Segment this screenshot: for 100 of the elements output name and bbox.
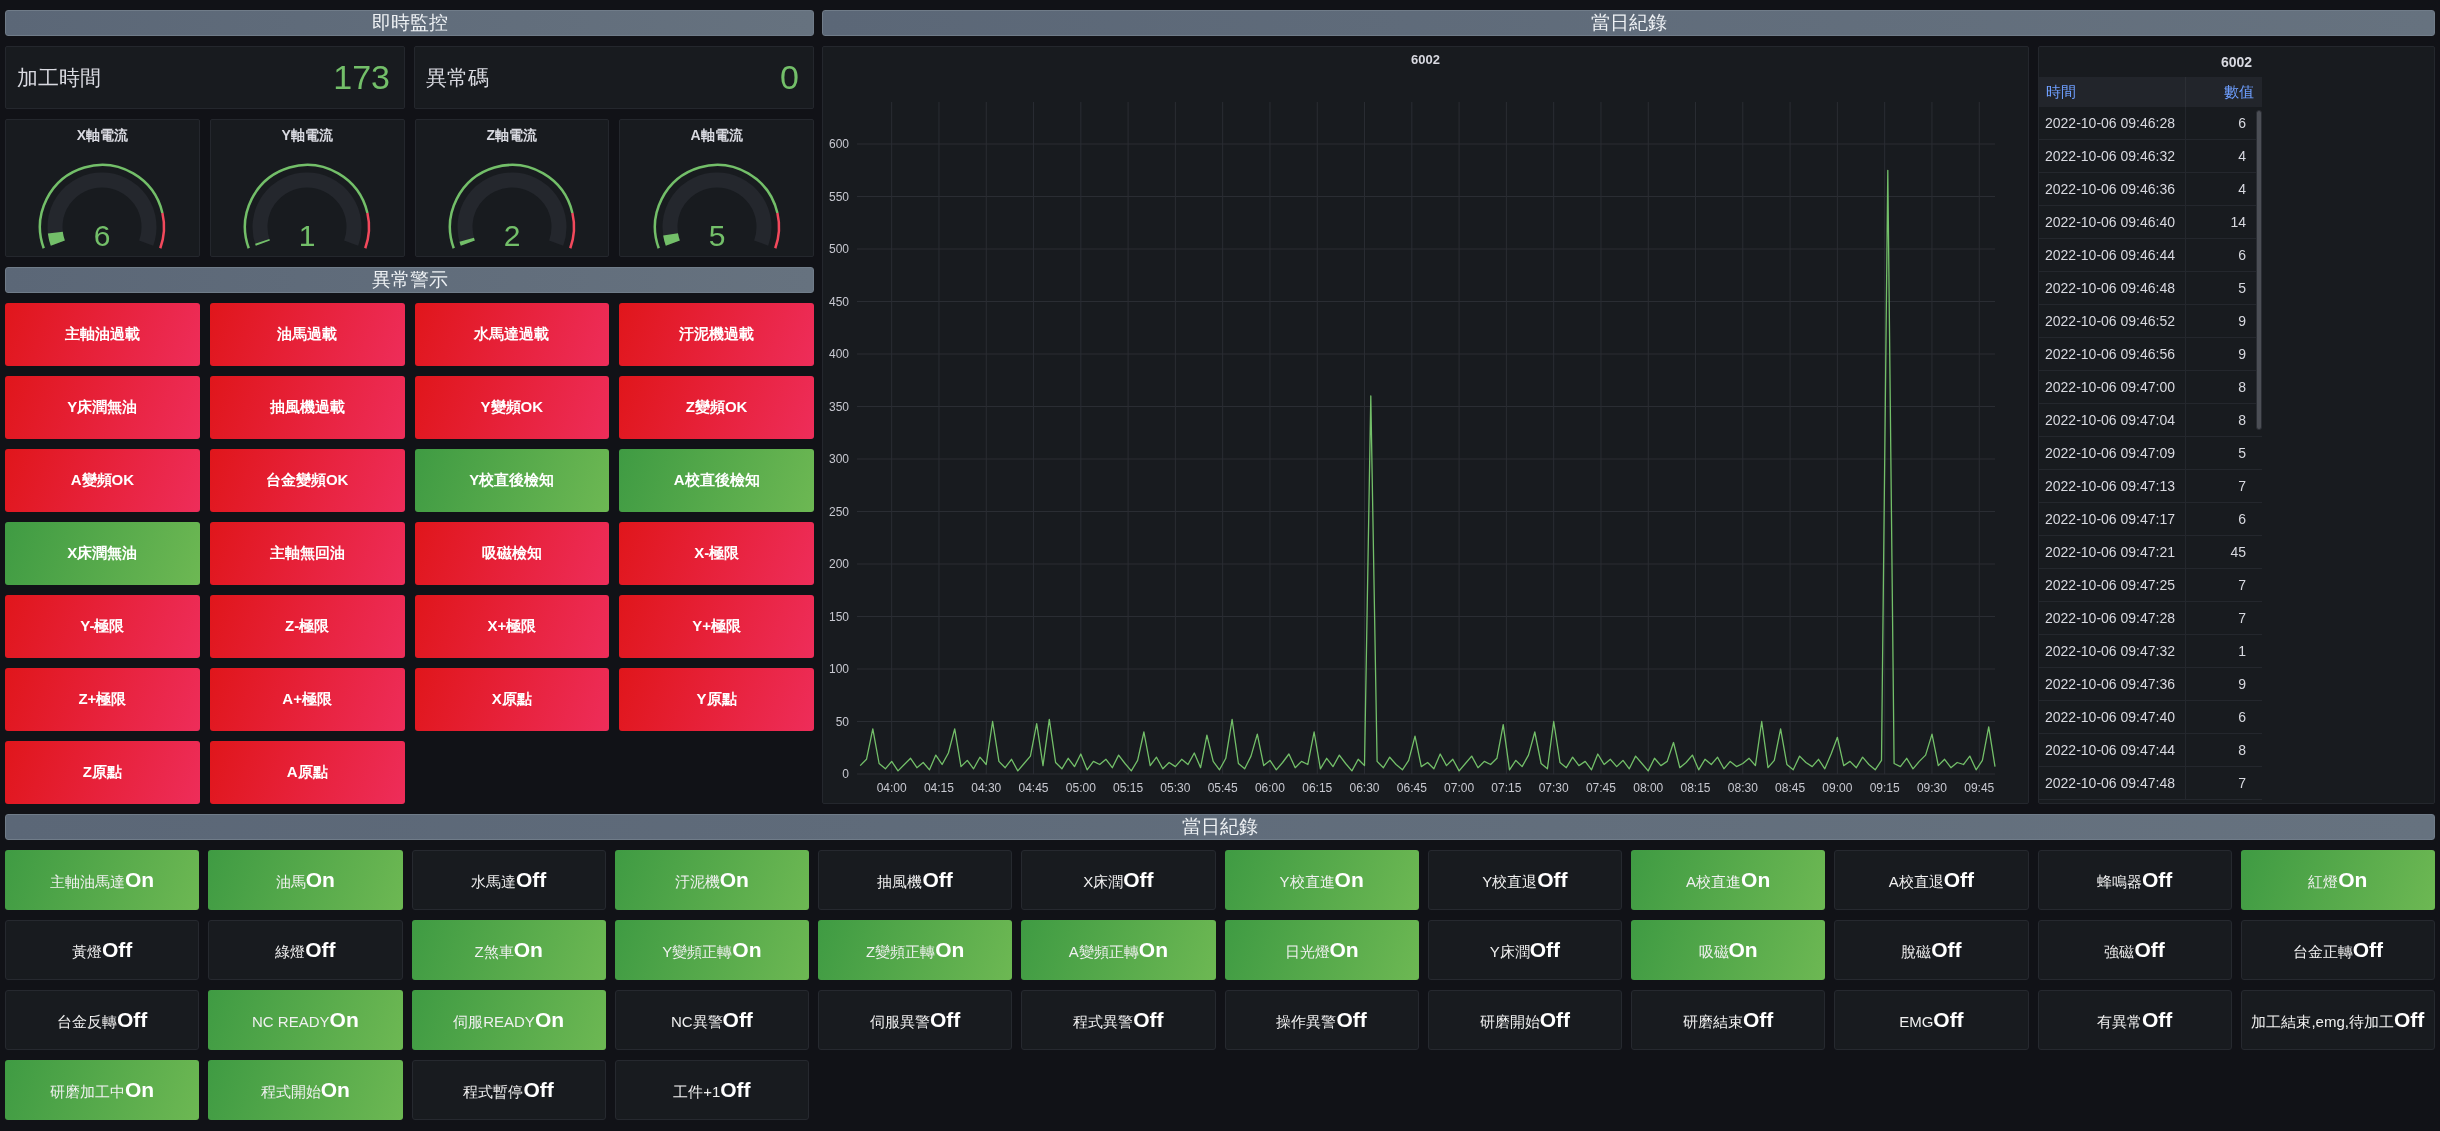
x-tick-label: 07:30 — [1538, 781, 1569, 795]
x-tick-label: 05:15 — [1113, 781, 1144, 795]
status-indicator: 紅燈On — [2240, 850, 2435, 910]
table-cell-text: 2022-10-06 09:46:32 — [2044, 147, 2176, 166]
x-tick-label: 06:30 — [1349, 781, 1380, 795]
status-indicator: Y床潤Off — [1427, 920, 1622, 980]
status-indicator: 綠燈Off — [208, 920, 403, 980]
table-cell: 7 — [2185, 569, 2262, 601]
table-cell: 6 — [2185, 701, 2262, 733]
alarm-indicator: Y+極限 — [619, 595, 814, 658]
stat-label: 異常碼 — [426, 64, 489, 91]
section-header: 異常警示 — [5, 267, 814, 293]
table-cell-text: 2022-10-06 09:47:09 — [2044, 444, 2176, 463]
x-tick-label: 06:00 — [1254, 781, 1285, 795]
table-cell-text: 2022-10-06 09:46:48 — [2044, 279, 2176, 298]
status-indicator: 研磨加工中On — [5, 1060, 200, 1120]
status-indicator: NC READYOn — [208, 990, 403, 1050]
stat-value: 0 — [780, 58, 799, 97]
alarm-indicator: Z變頻OK — [619, 376, 814, 439]
y-tick-label: 200 — [828, 557, 849, 571]
table-cell-text: 2022-10-06 09:47:21 — [2044, 543, 2176, 562]
alarm-indicator: 汙泥機過載 — [619, 303, 814, 366]
table-cell-text: 2022-10-06 09:46:52 — [2044, 312, 2176, 331]
table-cell-text: 2022-10-06 09:47:25 — [2044, 576, 2176, 595]
section-header: 當日紀錄 — [822, 10, 2435, 36]
status-indicator: 伺服異警Off — [818, 990, 1013, 1050]
alarm-indicator: 主軸無回油 — [209, 522, 405, 585]
alarm-indicator: Y校直後檢知 — [414, 449, 610, 512]
status-indicator: 程式開始On — [208, 1060, 403, 1120]
x-tick-label: 09:15 — [1869, 781, 1900, 795]
gauge-value: 6 — [94, 219, 111, 252]
x-tick-label: 05:30 — [1160, 781, 1191, 795]
section-header: 當日紀錄 — [5, 814, 2435, 840]
x-tick-label: 07:00 — [1444, 781, 1475, 795]
x-tick-label: 05:00 — [1065, 781, 1096, 795]
status-indicator: 蜂鳴器Off — [2037, 850, 2232, 910]
status-indicator: Y校直退Off — [1427, 850, 1622, 910]
table-title: 6002 — [2219, 54, 2254, 70]
status-indicator: 抽風機Off — [818, 850, 1013, 910]
alarm-indicator: Y原點 — [619, 668, 814, 731]
table-cell: 1 — [2185, 635, 2262, 667]
status-indicator: 黃燈Off — [5, 920, 200, 980]
y-tick-label: 300 — [828, 452, 849, 466]
y-tick-label: 100 — [828, 662, 849, 676]
alarm-indicator: A原點 — [209, 741, 405, 804]
y-tick-label: 50 — [835, 714, 849, 729]
status-indicator: 強磁Off — [2037, 920, 2232, 980]
status-indicator: 伺服READYOn — [411, 990, 606, 1050]
x-tick-label: 06:15 — [1302, 781, 1333, 795]
status-indicator: 工件+1Off — [614, 1060, 809, 1120]
x-tick-label: 09:30 — [1916, 781, 1947, 795]
alarm-indicator: 水馬達過載 — [414, 303, 610, 366]
x-tick-label: 09:45 — [1964, 781, 1995, 795]
gauge-title: X軸電流 — [76, 127, 129, 143]
gauge-value: 1 — [298, 219, 316, 252]
stat-value: 173 — [333, 58, 390, 97]
table-cell-text: 2022-10-06 09:47:36 — [2044, 675, 2176, 694]
x-tick-label: 06:45 — [1396, 781, 1427, 795]
alarm-indicator: 油馬過載 — [209, 303, 405, 366]
y-tick-label: 250 — [828, 504, 849, 519]
table-cell-text: 2022-10-06 09:47:32 — [2044, 642, 2176, 661]
x-tick-label: 08:15 — [1680, 781, 1711, 795]
status-indicator: Y變頻正轉On — [614, 920, 809, 980]
status-indicator: 汙泥機On — [614, 850, 809, 910]
status-indicator: X床潤Off — [1021, 850, 1216, 910]
gauge-title: Y軸電流 — [281, 127, 333, 143]
table-cell-text: 2022-10-06 09:46:36 — [2044, 180, 2176, 199]
status-indicator: 台金反轉Off — [5, 990, 200, 1050]
y-tick-label: 150 — [828, 609, 849, 624]
gauge-value: 5 — [708, 219, 725, 252]
x-tick-label: 09:00 — [1822, 781, 1853, 795]
status-indicator: A校直進On — [1631, 850, 1826, 910]
column-header[interactable]: 時間 — [2039, 77, 2185, 107]
alarm-indicator: X-極限 — [619, 522, 814, 585]
status-indicator: Z變頻正轉On — [818, 920, 1013, 980]
x-tick-label: 04:15 — [923, 781, 954, 795]
x-tick-label: 04:30 — [971, 781, 1002, 795]
table-cell-text: 2022-10-06 09:46:28 — [2044, 114, 2176, 133]
table-cell-text: 2022-10-06 09:47:40 — [2044, 708, 2176, 727]
column-header[interactable]: 數值 — [2185, 77, 2262, 107]
status-indicator: 研磨結束Off — [1631, 990, 1826, 1050]
alarm-indicator: Y-極限 — [5, 595, 200, 658]
x-tick-label: 07:45 — [1585, 781, 1616, 795]
status-indicator: Y校直進On — [1224, 850, 1419, 910]
scrollbar[interactable] — [2256, 110, 2262, 430]
x-tick-label: 07:15 — [1491, 781, 1522, 795]
table-cell-text: 2022-10-06 09:47:00 — [2044, 378, 2176, 397]
table-cell: 7 — [2185, 767, 2262, 799]
table-cell-text: 2022-10-06 09:47:13 — [2044, 477, 2176, 496]
alarm-indicator: Z原點 — [5, 741, 200, 804]
table-cell-text: 2022-10-06 09:46:40 — [2044, 213, 2176, 232]
status-indicator: 程式異警Off — [1021, 990, 1216, 1050]
alarm-indicator: A+極限 — [209, 668, 405, 731]
status-indicator: 操作異警Off — [1224, 990, 1419, 1050]
alarm-indicator: 抽風機過載 — [209, 376, 405, 439]
status-indicator: 水馬達Off — [411, 850, 606, 910]
status-indicator: 程式暫停Off — [411, 1060, 606, 1120]
gauge-value: 2 — [503, 219, 521, 252]
table-cell: 5 — [2185, 437, 2262, 469]
x-tick-label: 08:00 — [1633, 781, 1664, 795]
